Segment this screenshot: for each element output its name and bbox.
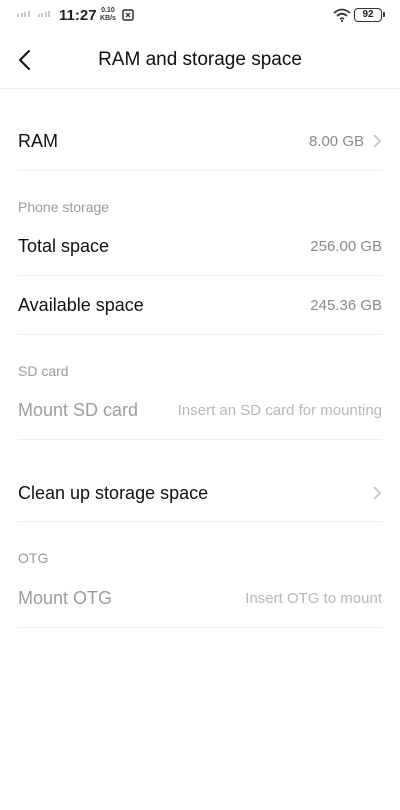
total-space-row: Total space 256.00 GB [18,218,382,274]
divider [18,275,382,276]
chevron-right-icon [373,486,382,500]
ram-label: RAM [18,130,58,151]
status-time: 11:27 [59,7,97,24]
ram-row[interactable]: RAM 8.00 GB [18,113,382,169]
divider [18,521,382,522]
divider [18,170,382,171]
available-space-value: 245.36 GB [310,296,382,314]
mount-otg-label: Mount OTG [18,587,113,608]
mount-otg-hint: Insert OTG to mount [245,589,382,607]
clean-up-storage-label: Clean up storage space [18,482,209,503]
page-title: RAM and storage space [98,49,302,70]
status-bar: 11:27 0.10 KB/s 92 [0,0,400,32]
network-speed: 0.10 KB/s [100,7,116,23]
divider [18,334,382,335]
available-space-label: Available space [18,294,144,315]
ram-value-group: 8.00 GB [309,133,382,150]
network-speed-unit: KB/s [100,15,116,22]
total-space-label: Total space [18,235,110,256]
chevron-right-icon [373,134,382,148]
section-label-sd-card: SD card [18,363,69,379]
section-label-otg: OTG [18,550,49,566]
signal-icon [17,11,50,17]
divider [18,439,382,440]
clean-up-storage-row[interactable]: Clean up storage space [18,465,382,521]
app-header: RAM and storage space [0,32,400,88]
mount-sd-card-label: Mount SD card [18,399,139,420]
network-speed-value: 0.10 [101,7,115,14]
divider [18,627,382,628]
section-label-phone-storage: Phone storage [18,199,110,215]
mount-otg-row[interactable]: Mount OTG Insert OTG to mount [18,570,382,626]
mount-sd-card-row[interactable]: Mount SD card Insert an SD card for moun… [18,382,382,438]
mount-sd-card-hint: Insert an SD card for mounting [177,401,382,419]
ram-value: 8.00 GB [308,132,364,150]
sim-notification-icon [122,9,134,21]
wifi-icon [333,8,351,22]
total-space-value: 256.00 GB [310,237,382,255]
header-divider [0,88,400,89]
available-space-row: Available space 245.36 GB [18,277,382,333]
battery-icon: 92 [354,8,385,22]
